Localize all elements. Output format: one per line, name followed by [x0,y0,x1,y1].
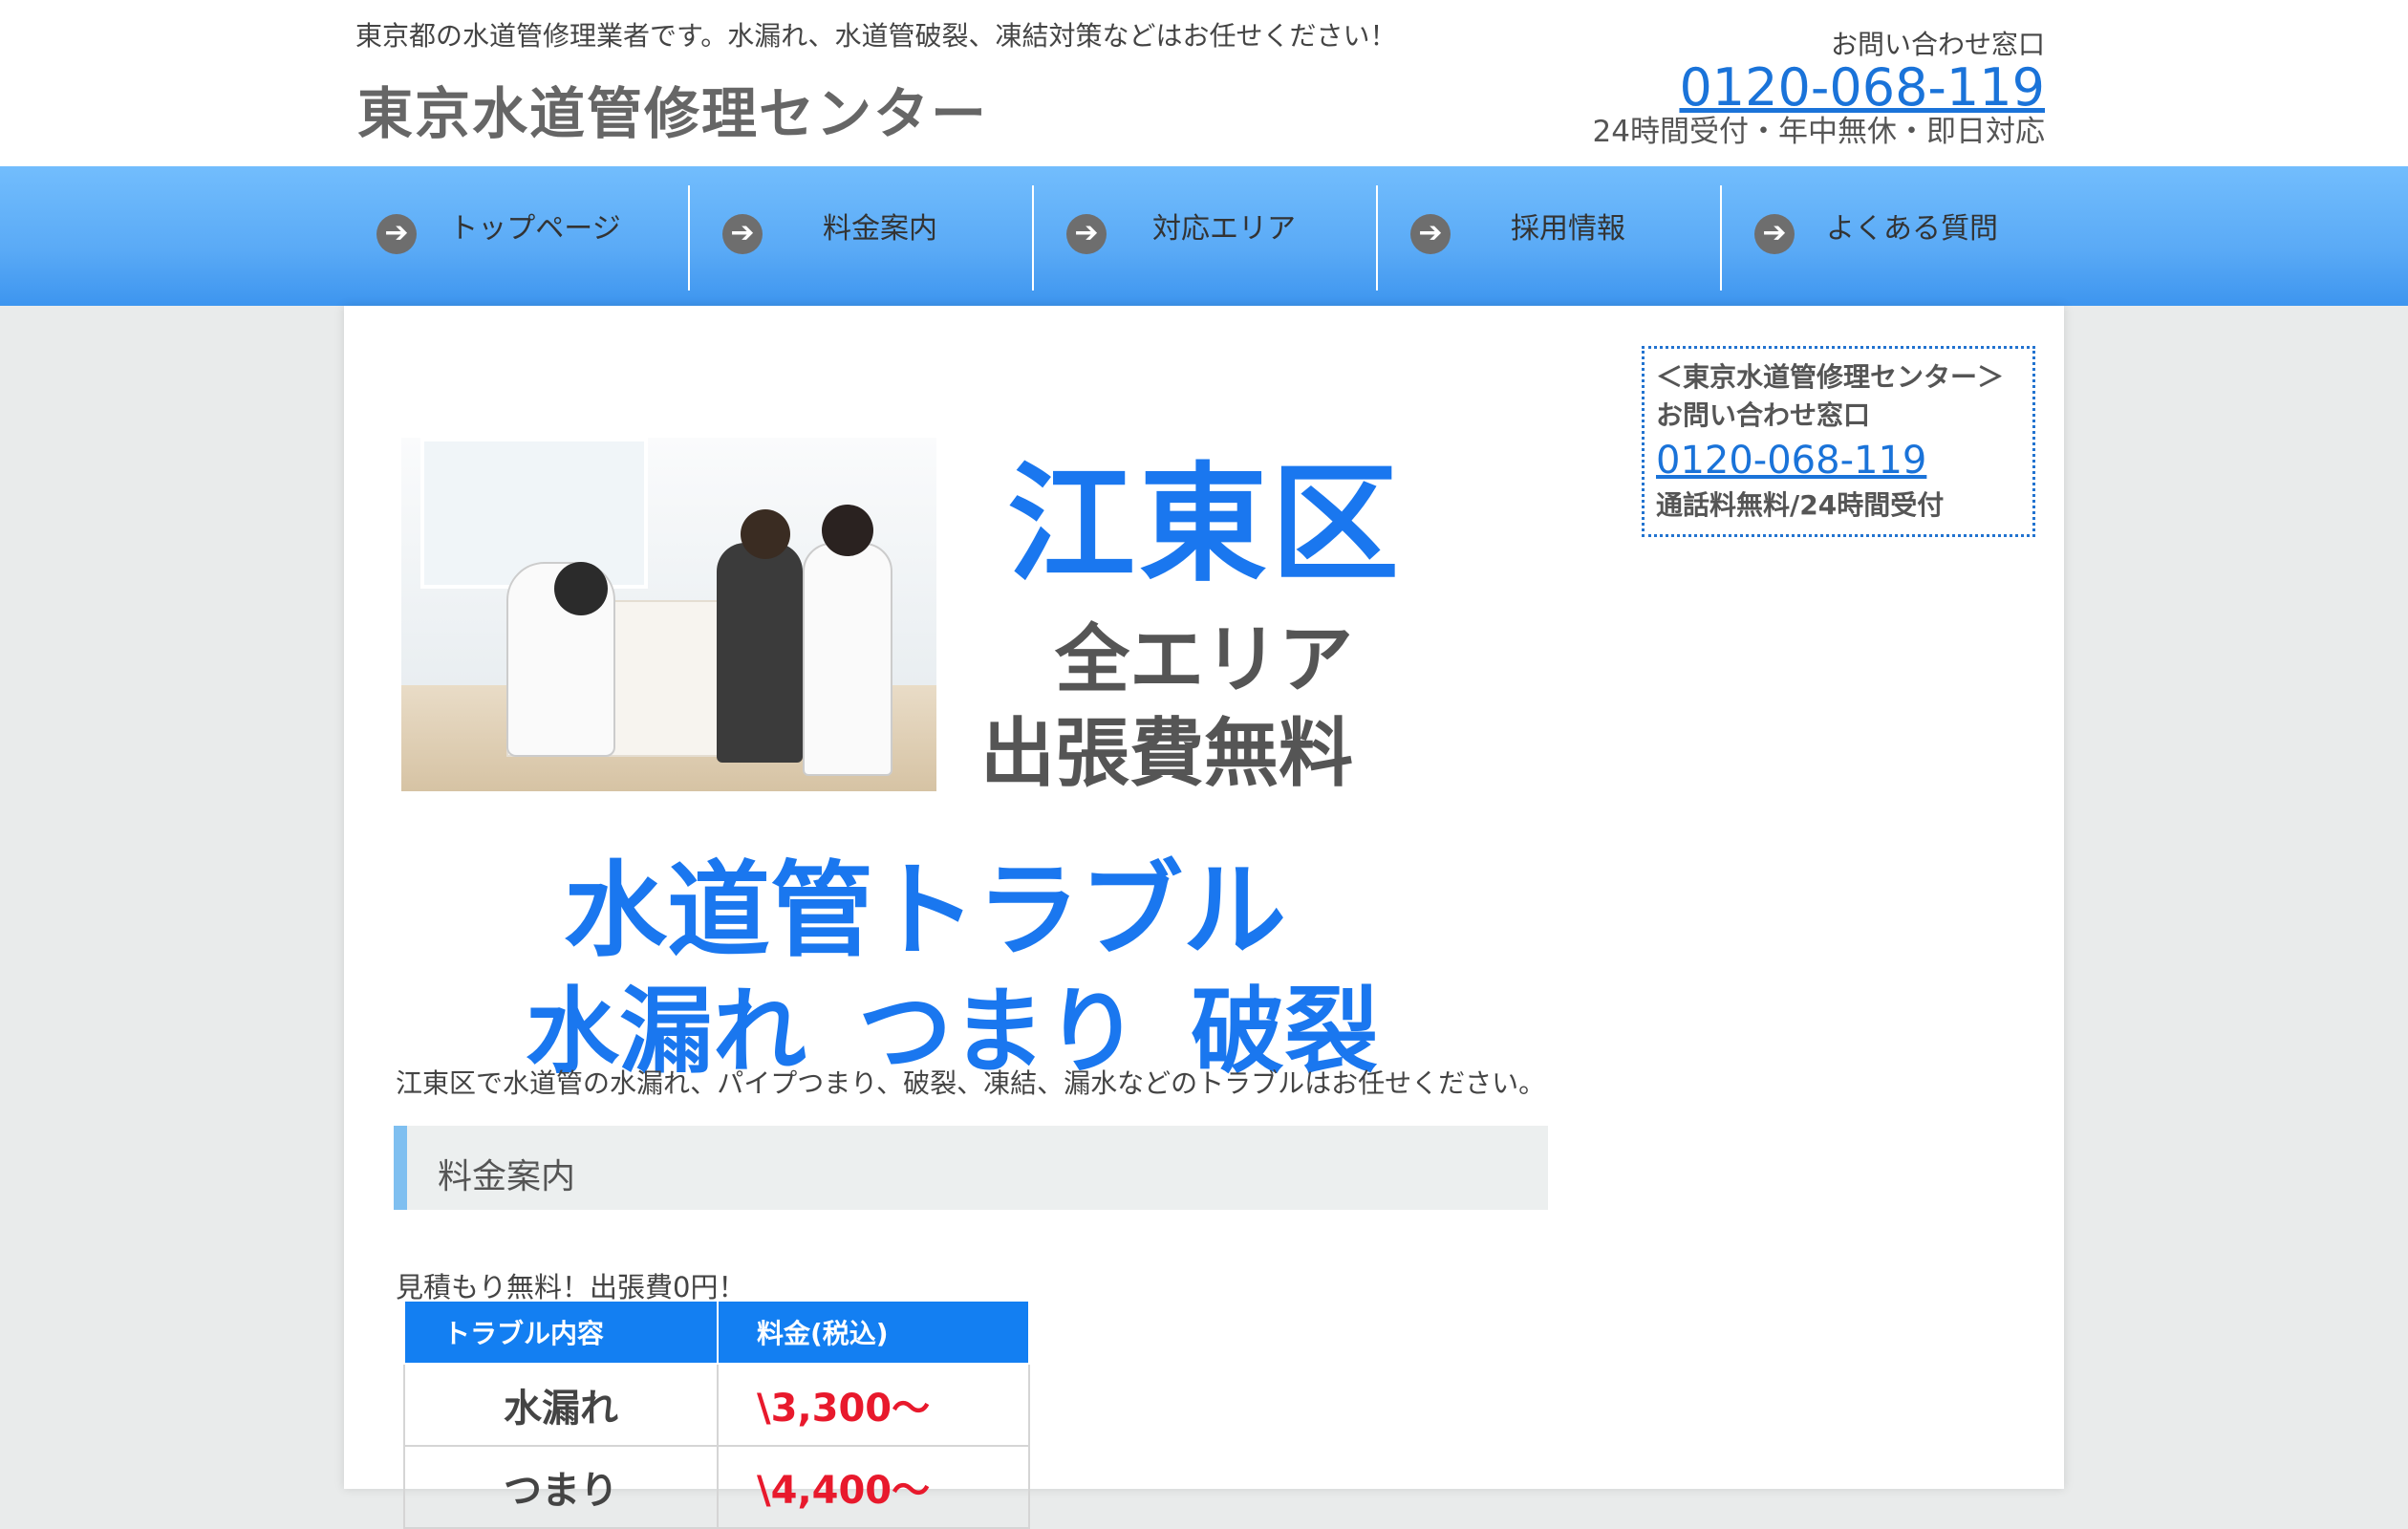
sidebar-note: 通話料無料/24時間受付 [1656,489,1945,521]
sidebar-contact-label: お問い合わせ窓口 [1656,399,1871,431]
nav-item-faq[interactable]: ➔ よくある質問 [1720,185,2064,291]
table-header-cell: 料金(税込) [717,1300,1030,1365]
nav-item-area[interactable]: ➔ 対応エリア [1032,185,1376,291]
nav-item-label: トップページ [449,212,621,246]
section-heading-pricing: 料金案内 [394,1126,1548,1210]
pricing-table: トラブル内容 料金(税込) 水漏れ \3,300〜 つまり \4,400〜 [403,1300,1030,1529]
table-header-row: トラブル内容 料金(税込) [403,1300,1030,1365]
table-cell-item: 水漏れ [403,1363,719,1447]
hero-line-all-area: 全エリア [1055,617,1354,703]
header-contact: お問い合わせ窓口 0120-068-119 24時間受付・年中無休・即日対応 [1593,29,2045,149]
nav-item-label: 採用情報 [1511,212,1625,246]
nav-item-pricing[interactable]: ➔ 料金案内 [688,185,1032,291]
table-row: つまり \4,400〜 [403,1445,1030,1529]
header-contact-label: お問い合わせ窓口 [1830,29,2045,60]
hero-banner: 江東区 全エリア 出張費無料 水道管トラブル 水漏れ つまり 破裂 [396,363,1399,1087]
table-cell-price: \4,400〜 [717,1445,1030,1529]
section-heading-label: 料金案内 [438,1157,576,1196]
site-logo[interactable]: 東京水道管修理センター [357,69,988,149]
global-nav: ➔ トップページ ➔ 料金案内 ➔ 対応エリア ➔ 採用情報 ➔ よくある質問 [0,166,2408,306]
site-tagline: 東京都の水道管修理業者です。水漏れ、水道管破裂、凍結対策などはお任せください！ [355,20,1397,52]
hero-line-free-visit: 出張費無料 [980,711,1354,797]
table-cell-item: つまり [403,1445,719,1529]
sidebar-contact-box: ＜東京水道管修理センター＞ お問い合わせ窓口 0120-068-119 通話料無… [1642,346,2035,537]
nav-item-label: 対応エリア [1152,212,1296,246]
nav-item-recruit[interactable]: ➔ 採用情報 [1376,185,1720,291]
lead-text: 江東区で水道管の水漏れ、パイプつまり、破裂、凍結、漏水などのトラブルはお任せくだ… [396,1067,1546,1099]
hero-photo-plumber [401,438,936,791]
table-header-cell: トラブル内容 [403,1300,719,1365]
hero-area-name: 江東区 [1007,450,1404,599]
nav-item-label: よくある質問 [1826,212,1998,246]
site-header: 東京都の水道管修理業者です。水漏れ、水道管破裂、凍結対策などはお任せください！ … [0,0,2408,166]
hero-line-trouble: 水道管トラブル [564,851,1287,971]
main-content: 江東区 全エリア 出張費無料 水道管トラブル 水漏れ つまり 破裂 江東区で水道… [344,306,2064,1529]
table-cell-price: \3,300〜 [717,1363,1030,1447]
table-row: 水漏れ \3,300〜 [403,1363,1030,1447]
header-phone-link[interactable]: 0120-068-119 [1593,61,2045,115]
header-hours: 24時間受付・年中無休・即日対応 [1592,115,2045,149]
sidebar-title: ＜東京水道管修理センター＞ [1656,361,2005,393]
nav-item-label: 料金案内 [823,212,937,246]
nav-item-top[interactable]: ➔ トップページ [344,185,688,291]
sidebar-phone-link[interactable]: 0120-068-119 [1656,435,2021,486]
